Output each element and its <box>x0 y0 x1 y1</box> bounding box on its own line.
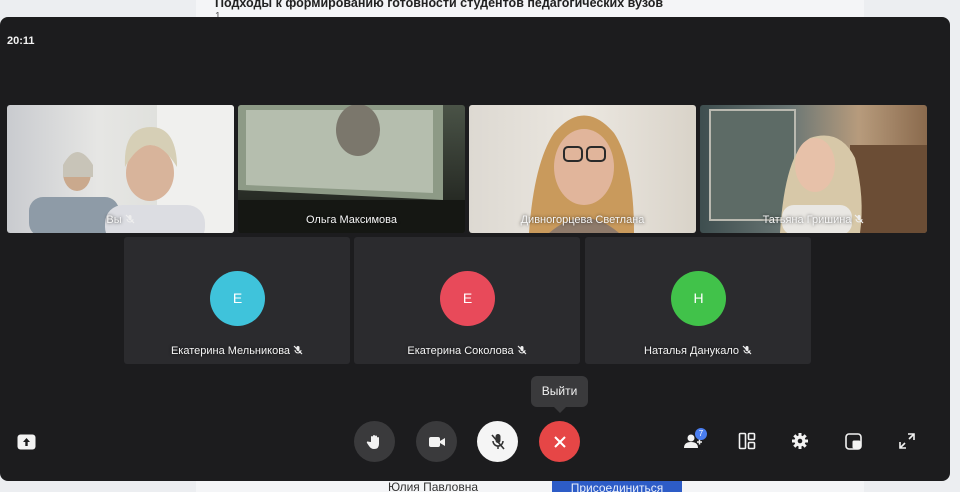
video-tile-participant[interactable]: Ольга Максимова <box>238 105 465 233</box>
minimize-window-button[interactable] <box>842 430 864 452</box>
avatar: Н <box>671 271 726 326</box>
leave-call-button[interactable] <box>539 421 580 462</box>
raise-hand-button[interactable] <box>354 421 395 462</box>
avatar-tile-participant[interactable]: Н Наталья Данукало <box>585 237 811 364</box>
mic-off-icon <box>293 345 303 355</box>
video-tile-self[interactable]: Вы <box>7 105 234 233</box>
avatar-tile-participant[interactable]: Е Екатерина Соколова <box>354 237 580 364</box>
participant-name: Екатерина Мельникова <box>170 345 291 357</box>
settings-button[interactable] <box>789 430 811 452</box>
video-tile-participant[interactable]: Татьяна Гришина <box>700 105 927 233</box>
participant-name: Татьяна Гришина <box>762 214 852 226</box>
mic-off-icon <box>742 345 752 355</box>
mic-off-icon <box>490 433 505 450</box>
fullscreen-button[interactable] <box>896 430 918 452</box>
avatar: Е <box>210 271 265 326</box>
video-call-window: 20:11 Вы Ольга Максимова Дивногорцева Св… <box>0 17 950 481</box>
camera-icon <box>428 436 445 447</box>
picture-in-picture-icon <box>844 432 862 450</box>
mic-off-icon <box>125 214 135 224</box>
participants-count-badge: 7 <box>695 428 707 440</box>
background-bottom-name: Юлия Павловна <box>388 480 479 492</box>
participant-name: Ольга Максимова <box>305 214 398 226</box>
layout-grid-icon <box>738 432 756 450</box>
participant-name: Наталья Данукало <box>644 345 739 357</box>
mic-off-icon <box>517 345 527 355</box>
mic-off-icon <box>854 214 864 224</box>
leave-tooltip: Выйти <box>531 376 588 413</box>
layout-button[interactable] <box>736 430 758 452</box>
avatar-tile-participant[interactable]: Е Екатерина Мельникова <box>124 237 350 364</box>
microphone-toggle-button[interactable] <box>477 421 518 462</box>
participant-name: Екатерина Соколова <box>407 345 514 357</box>
close-icon <box>553 435 566 448</box>
expand-icon <box>899 433 915 449</box>
camera-toggle-button[interactable] <box>416 421 457 462</box>
screen-share-icon[interactable] <box>17 434 36 450</box>
participant-name: Дивногорцева Светлана <box>520 214 645 226</box>
gear-icon <box>792 433 808 449</box>
call-clock: 20:11 <box>7 35 35 47</box>
participant-name: Вы <box>106 214 122 226</box>
avatar: Е <box>440 271 495 326</box>
video-tile-participant[interactable]: Дивногорцева Светлана <box>469 105 696 233</box>
raise-hand-icon <box>366 434 379 449</box>
background-page-title: Подходы к формированию готовности студен… <box>215 0 664 10</box>
